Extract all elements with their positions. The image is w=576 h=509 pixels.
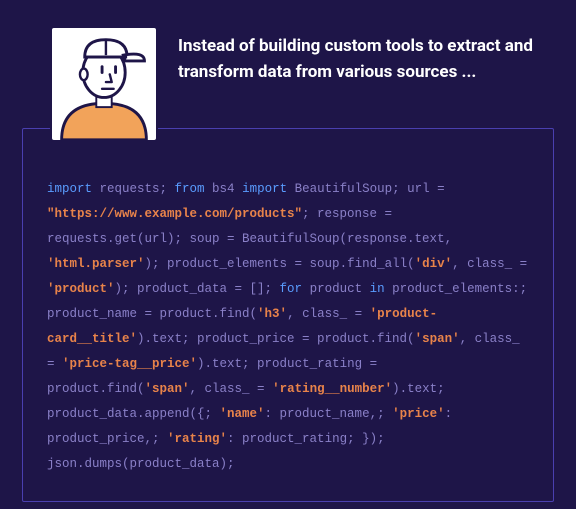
code-token: ); product_elements = soup.find_all(	[145, 257, 415, 271]
code-token: , class_ =	[287, 307, 370, 321]
code-token: 'price-tag__price'	[62, 357, 197, 371]
code-token: 'h3'	[257, 307, 287, 321]
code-token: 'rating'	[167, 432, 227, 446]
code-token: product	[302, 282, 370, 296]
code-token: 'span'	[415, 332, 460, 346]
code-token: 'div'	[415, 257, 453, 271]
code-token: in	[370, 282, 385, 296]
code-token: : product_name,;	[265, 407, 393, 421]
code-token: 'price'	[392, 407, 445, 421]
code-token: , class_ =	[190, 382, 273, 396]
code-token: for	[280, 282, 303, 296]
code-content: import requests; from bs4 import Beautif…	[47, 177, 529, 477]
avatar-illustration	[52, 28, 156, 140]
code-token: ); product_data = [];	[115, 282, 280, 296]
code-token: import	[242, 182, 287, 196]
headline-text: Instead of building custom tools to extr…	[178, 26, 538, 142]
code-token: ).text; product_price = product.find(	[137, 332, 415, 346]
code-token: 'product'	[47, 282, 115, 296]
code-panel: import requests; from bs4 import Beautif…	[22, 128, 554, 502]
code-token: BeautifulSoup; url =	[287, 182, 445, 196]
code-token: import	[47, 182, 92, 196]
code-token: , class_ =	[452, 257, 527, 271]
code-token: 'span'	[145, 382, 190, 396]
code-token: "https://www.example.com/products"	[47, 207, 302, 221]
header-row: Instead of building custom tools to extr…	[22, 26, 554, 142]
code-token: from	[175, 182, 205, 196]
code-token: bs4	[205, 182, 243, 196]
code-token: 'rating__number'	[272, 382, 392, 396]
code-token: requests;	[92, 182, 175, 196]
code-token: 'name'	[220, 407, 265, 421]
avatar	[50, 26, 158, 142]
code-token: 'html.parser'	[47, 257, 145, 271]
